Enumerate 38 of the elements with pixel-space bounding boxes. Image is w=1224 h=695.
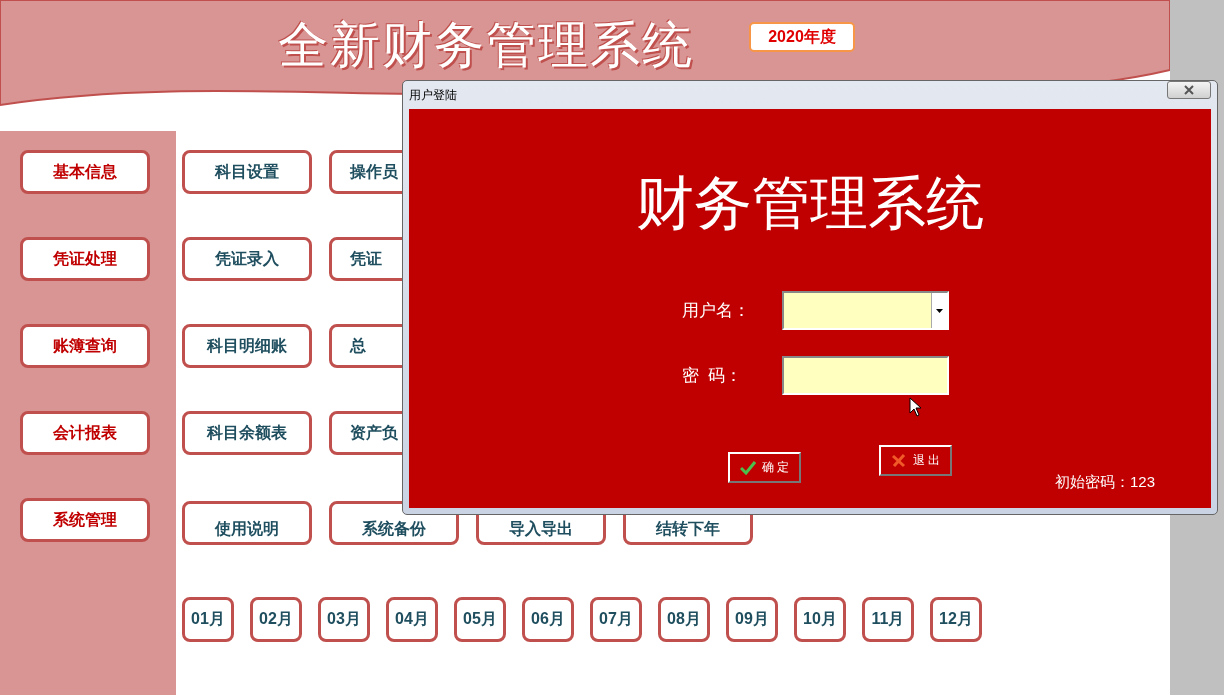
dialog-title: 用户登陆 — [409, 86, 457, 104]
month-button[interactable]: 09月 — [726, 597, 778, 642]
mouse-pointer-icon — [909, 397, 923, 417]
month-button[interactable]: 10月 — [794, 597, 846, 642]
month-button[interactable]: 07月 — [590, 597, 642, 642]
app-title: 全新财务管理系统 — [278, 16, 694, 75]
login-heading: 财务管理系统 — [636, 169, 984, 237]
month-button[interactable]: 11月 — [862, 597, 914, 642]
close-icon — [1183, 85, 1195, 95]
function-button[interactable]: 科目明细账 — [182, 324, 312, 368]
month-button[interactable]: 01月 — [182, 597, 234, 642]
function-button[interactable]: 科目设置 — [182, 150, 312, 194]
month-button[interactable]: 06月 — [522, 597, 574, 642]
cross-icon — [891, 453, 907, 468]
nav-button[interactable]: 会计报表 — [20, 411, 150, 455]
year-badge: 2020年度 — [749, 22, 855, 52]
checkmark-icon — [739, 460, 756, 475]
month-button[interactable]: 05月 — [454, 597, 506, 642]
confirm-button[interactable]: 确 定 — [727, 452, 801, 483]
month-button[interactable]: 03月 — [318, 597, 370, 642]
function-button[interactable]: 凭证录入 — [182, 237, 312, 281]
password-field[interactable] — [781, 356, 949, 395]
password-hint: 初始密码：123 — [1054, 473, 1155, 492]
function-button[interactable]: 使用说明 — [182, 501, 312, 545]
nav-button[interactable]: 系统管理 — [20, 498, 150, 542]
function-button[interactable]: 科目余额表 — [182, 411, 312, 455]
field-label: 用户名： — [681, 300, 751, 322]
month-button[interactable]: 12月 — [930, 597, 982, 642]
exit-button[interactable]: 退 出 — [879, 445, 953, 476]
month-button[interactable]: 04月 — [386, 597, 438, 642]
field-label: 密 码： — [681, 365, 743, 387]
nav-button[interactable]: 账簿查询 — [20, 324, 150, 368]
close-button[interactable] — [1167, 81, 1211, 99]
username-dropdown[interactable] — [781, 291, 949, 330]
nav-button[interactable]: 基本信息 — [20, 150, 150, 194]
month-button[interactable]: 02月 — [250, 597, 302, 642]
nav-button[interactable]: 凭证处理 — [20, 237, 150, 281]
month-button[interactable]: 08月 — [658, 597, 710, 642]
